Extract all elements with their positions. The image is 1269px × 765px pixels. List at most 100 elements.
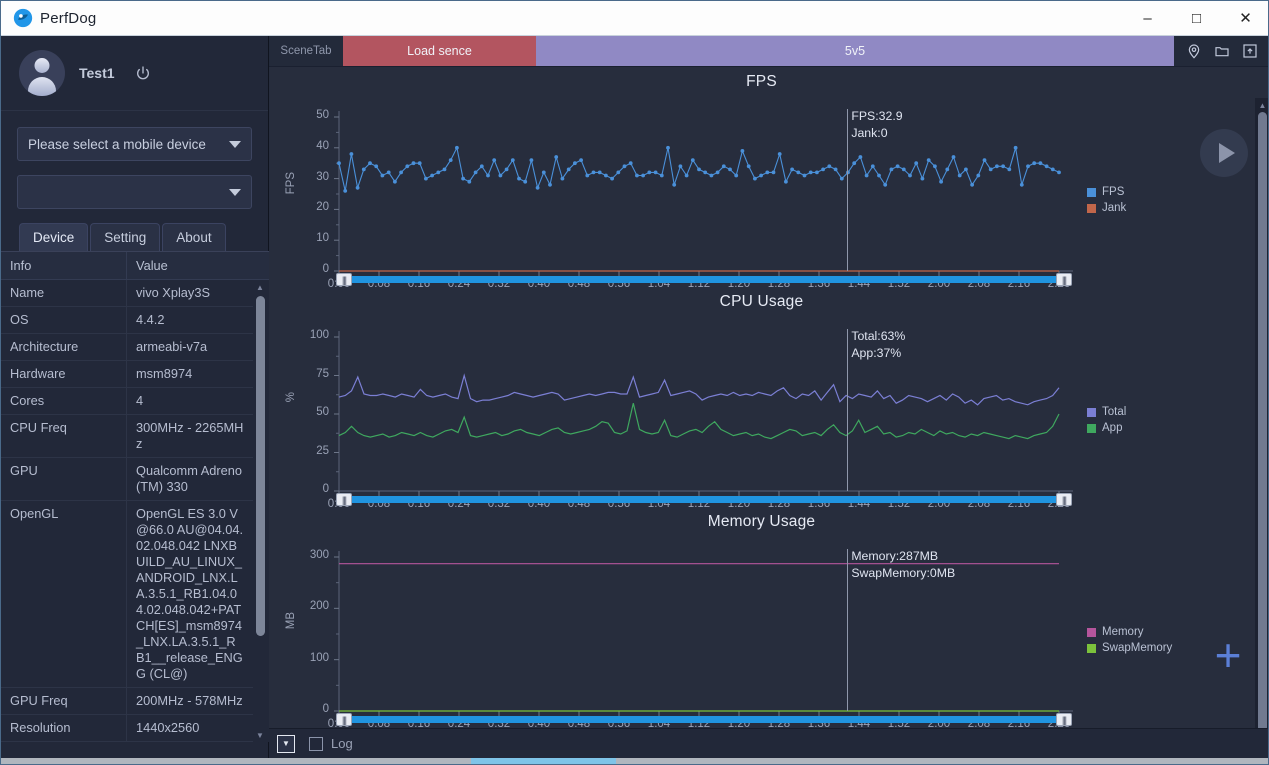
table-cell-value: msm8974 <box>127 361 253 388</box>
chart-title: CPU Usage <box>269 287 1254 311</box>
range-grip-right[interactable]: ||| <box>1056 713 1072 726</box>
table-cell-value: 200MHz - 578MHz <box>127 688 253 715</box>
taskbar-strip <box>1 758 1269 764</box>
y-tick-label: 50 <box>299 109 329 121</box>
chart-plot[interactable]: FPS010203040500:000:080:160:240:320:400:… <box>269 91 1254 289</box>
scrollbar-thumb[interactable] <box>1258 112 1267 732</box>
y-axis-label: % <box>285 392 297 402</box>
expand-panel-button[interactable]: ▼ <box>277 735 295 753</box>
log-checkbox[interactable]: Log <box>309 736 353 751</box>
range-track[interactable] <box>336 716 1072 723</box>
range-grip-left[interactable]: ||| <box>336 273 352 286</box>
legend-swatch-icon <box>1087 188 1096 197</box>
y-tick-label: 300 <box>299 549 329 561</box>
log-checkbox-box[interactable] <box>309 737 323 751</box>
time-range-slider[interactable]: ||| ||| <box>336 493 1072 506</box>
sidebar: Test1 Please select a mobile device Devi… <box>1 36 269 765</box>
cursor-line[interactable] <box>847 549 848 711</box>
range-grip-right[interactable]: ||| <box>1056 273 1072 286</box>
table-cell-info: OpenGL <box>1 501 127 688</box>
cursor-line[interactable] <box>847 329 848 491</box>
table-body[interactable]: Namevivo Xplay3SOS4.4.2Architecturearmea… <box>1 280 269 742</box>
series-line <box>339 403 1059 438</box>
scrollbar-thumb[interactable] <box>256 296 265 636</box>
legend-label: Total <box>1102 406 1126 418</box>
time-range-slider[interactable]: ||| ||| <box>336 713 1072 726</box>
y-tick-label: 40 <box>299 140 329 152</box>
tab-setting[interactable]: Setting <box>90 223 160 251</box>
legend-item[interactable]: App <box>1087 420 1126 436</box>
table-row: OS4.4.2 <box>1 307 269 334</box>
time-range-slider[interactable]: ||| ||| <box>336 273 1072 286</box>
avatar <box>19 50 65 96</box>
device-select[interactable]: Please select a mobile device <box>17 127 252 161</box>
power-icon[interactable] <box>135 65 151 81</box>
range-grip-right[interactable]: ||| <box>1056 493 1072 506</box>
cursor-line[interactable] <box>847 109 848 271</box>
close-button[interactable]: ✕ <box>1221 1 1269 36</box>
chart-plot[interactable]: %02550751000:000:080:160:240:320:400:480… <box>269 311 1254 509</box>
range-grip-left[interactable]: ||| <box>336 713 352 726</box>
triangle-up-icon[interactable]: ▲ <box>255 282 265 292</box>
range-track[interactable] <box>336 276 1072 283</box>
legend-item[interactable]: SwapMemory <box>1087 640 1172 656</box>
main-content: SceneTab Load sence 5v5 FPSFPS0102030405… <box>269 36 1269 765</box>
charts-scrollbar[interactable]: ▲ ▼ <box>1255 98 1269 735</box>
chart-legend: FPS Jank <box>1087 184 1126 216</box>
legend-item[interactable]: Jank <box>1087 200 1126 216</box>
table-header: Info Value <box>1 252 269 280</box>
charts-area: FPSFPS010203040500:000:080:160:240:320:4… <box>269 67 1269 735</box>
y-axis-label: FPS <box>285 172 297 194</box>
app-logo: PerfDog <box>1 8 96 28</box>
scene-tab-label: SceneTab <box>269 36 343 66</box>
legend-item[interactable]: FPS <box>1087 184 1126 200</box>
maximize-button[interactable]: □ <box>1172 1 1221 36</box>
status-bar: ▼ Log <box>269 728 1269 758</box>
minimize-button[interactable]: – <box>1123 1 1172 36</box>
perfdog-window: PerfDog – □ ✕ Test1 Please select a mobi… <box>0 0 1269 765</box>
app-title: PerfDog <box>40 10 96 27</box>
legend-label: SwapMemory <box>1102 642 1172 654</box>
tab-about[interactable]: About <box>162 223 225 251</box>
legend-label: Jank <box>1102 202 1126 214</box>
legend-label: App <box>1102 422 1122 434</box>
triangle-up-icon[interactable]: ▲ <box>1258 100 1267 110</box>
tab-device[interactable]: Device <box>19 223 88 251</box>
scene-segment-5v5[interactable]: 5v5 <box>536 36 1174 66</box>
range-track[interactable] <box>336 496 1072 503</box>
triangle-down-icon[interactable]: ▼ <box>255 730 265 740</box>
sidebar-scrollbar[interactable]: ▲ ▼ <box>253 280 267 742</box>
chart-plot[interactable]: MB01002003000:000:080:160:240:320:400:48… <box>269 531 1254 729</box>
add-chart-button[interactable]: + <box>1206 633 1250 677</box>
table-cell-info: Resolution <box>1 715 127 742</box>
user-row: Test1 <box>1 36 268 111</box>
location-marker-icon[interactable] <box>1186 43 1202 59</box>
series-line <box>339 376 1059 405</box>
table-row: GPUQualcomm Adreno (TM) 330 <box>1 458 269 501</box>
title-bar: PerfDog – □ ✕ <box>1 1 1269 36</box>
table-cell-value: 4.4.2 <box>127 307 253 334</box>
legend-label: Memory <box>1102 626 1144 638</box>
y-tick-label: 100 <box>299 652 329 664</box>
y-tick-label: 10 <box>299 232 329 244</box>
device-select-value: Please select a mobile device <box>28 137 206 152</box>
legend-item[interactable]: Memory <box>1087 624 1172 640</box>
process-select[interactable] <box>17 175 252 209</box>
chart-legend: Memory SwapMemory <box>1087 624 1172 656</box>
chart-panel: CPU Usage%02550751000:000:080:160:240:32… <box>269 287 1254 507</box>
export-up-icon[interactable] <box>1242 43 1258 59</box>
table-cell-value: armeabi-v7a <box>127 334 253 361</box>
chart-legend: Total App <box>1087 404 1126 436</box>
scene-segment-load-sence[interactable]: Load sence <box>343 36 536 66</box>
folder-open-icon[interactable] <box>1214 43 1230 59</box>
column-header-value: Value <box>127 252 269 280</box>
play-button[interactable] <box>1200 129 1248 177</box>
table-cell-value: vivo Xplay3S <box>127 280 253 307</box>
table-cell-value: 1440x2560 <box>127 715 253 742</box>
y-tick-label: 50 <box>299 406 329 418</box>
chart-panel: FPSFPS010203040500:000:080:160:240:320:4… <box>269 67 1254 287</box>
table-row: Namevivo Xplay3S <box>1 280 269 307</box>
legend-item[interactable]: Total <box>1087 404 1126 420</box>
table-cell-value: OpenGL ES 3.0 V@66.0 AU@04.04.02.048.042… <box>127 501 253 688</box>
range-grip-left[interactable]: ||| <box>336 493 352 506</box>
